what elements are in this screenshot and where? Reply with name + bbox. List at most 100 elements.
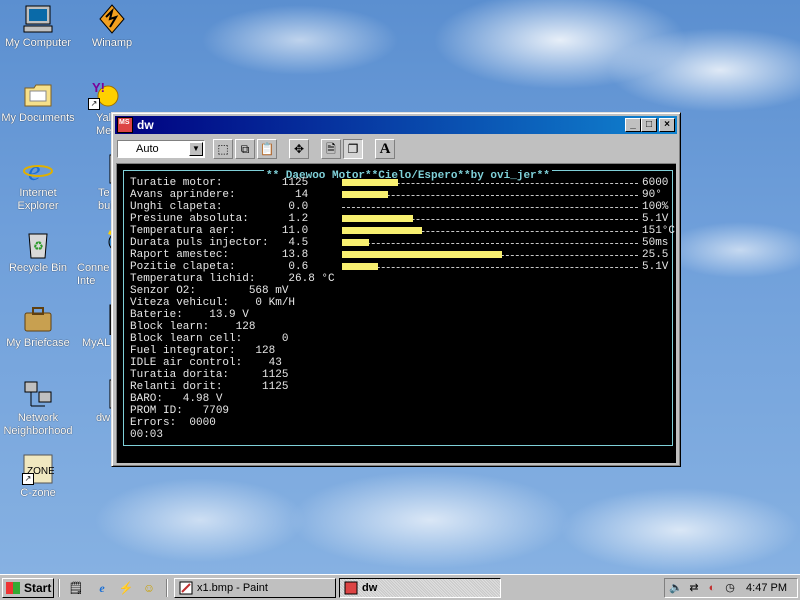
- icon-label: C-zone: [20, 487, 56, 499]
- copy-button[interactable]: ⧉: [235, 139, 255, 159]
- desktop-icon-internet-explorer[interactable]: e Internet Explorer: [0, 153, 76, 213]
- bar-fill: [342, 179, 398, 186]
- network-icon: [22, 378, 54, 410]
- antivirus-icon[interactable]: ◐: [705, 581, 719, 595]
- mark-button[interactable]: ⬚: [213, 139, 233, 159]
- svg-text:♻: ♻: [33, 239, 44, 253]
- bar-max-label: 5.1V: [642, 261, 669, 273]
- task-label: dw: [362, 582, 378, 594]
- shortcut-arrow-icon: ↗: [88, 98, 100, 110]
- maximize-icon: □: [645, 119, 653, 130]
- briefcase-icon: [22, 303, 54, 335]
- data-row: Relanti dorit: 1125: [130, 381, 289, 393]
- bar-max-label: 5.1V: [642, 213, 669, 225]
- background-button[interactable]: ❐: [343, 139, 363, 159]
- system-tray: 🔈 ⇄ ◐ ◷ 4:47 PM: [664, 578, 798, 598]
- bar-fill: [342, 251, 502, 258]
- data-row: PROM ID: 7709: [130, 405, 230, 417]
- font-size-combo[interactable]: Auto ▼: [117, 140, 205, 158]
- data-row: Avans aprindere: 14: [130, 189, 309, 201]
- icon-label: Network Neighborhood: [3, 412, 73, 437]
- full-screen-button[interactable]: ✥: [289, 139, 309, 159]
- task-dw[interactable]: dw: [339, 578, 501, 598]
- bar-max-label: 90°: [642, 189, 662, 201]
- data-row: Baterie: 13.9 V: [130, 309, 249, 321]
- desktop-icon-network-neighborhood[interactable]: Network Neighborhood: [0, 378, 76, 438]
- bar-fill: [342, 239, 369, 246]
- icon-label: My Briefcase: [6, 337, 70, 349]
- console-frame: ** Daewoo Motor**Cielo/Espero**by ovi_je…: [123, 170, 676, 446]
- winamp-icon[interactable]: ⚡: [118, 580, 134, 596]
- data-row: Raport amestec: 13.8: [130, 249, 309, 261]
- internet-explorer-icon[interactable]: e: [94, 580, 110, 596]
- svg-text:Y!: Y!: [92, 80, 105, 95]
- folder-icon: [22, 78, 54, 110]
- data-row: Errors: 0000: [130, 417, 216, 429]
- properties-button[interactable]: 🗎: [321, 139, 341, 159]
- clock-tray-icon[interactable]: ◷: [723, 581, 737, 595]
- desktop-icon-winamp[interactable]: Winamp: [74, 3, 150, 50]
- close-button[interactable]: ×: [659, 118, 675, 132]
- bar-track: [342, 243, 638, 244]
- bar-fill: [342, 227, 422, 234]
- bar-max-label: 25.5: [642, 249, 669, 261]
- icon-label: Recycle Bin: [8, 262, 68, 274]
- svg-text:e: e: [28, 156, 40, 185]
- paste-icon: 📋: [259, 142, 275, 156]
- start-button[interactable]: Start: [2, 578, 54, 598]
- clock[interactable]: 4:47 PM: [746, 582, 787, 594]
- desktop-icon-my-computer[interactable]: My Computer: [0, 3, 76, 50]
- data-row: Turatia dorita: 1125: [130, 369, 289, 381]
- task-label: x1.bmp - Paint: [197, 582, 268, 594]
- bar-max-label: 50ms: [642, 237, 669, 249]
- maximize-button[interactable]: □: [641, 118, 657, 132]
- data-row: IDLE air control: 43: [130, 357, 282, 369]
- icon-label: Internet Explorer: [17, 187, 59, 212]
- font-size-value: Auto: [136, 143, 159, 155]
- bar-max-label: 100%: [642, 201, 669, 213]
- minimize-button[interactable]: _: [625, 118, 641, 132]
- data-row: Block learn: 128: [130, 321, 256, 333]
- c-zone-icon: ZONE ↗: [22, 453, 55, 485]
- shortcut-arrow-icon: ↗: [22, 473, 34, 485]
- app-icon-text: MS: [119, 119, 130, 126]
- console-area[interactable]: ** Daewoo Motor**Cielo/Espero**by ovi_je…: [116, 163, 676, 463]
- window-titlebar[interactable]: MS dw _ □ ×: [115, 116, 677, 134]
- paste-button[interactable]: 📋: [257, 139, 277, 159]
- window-title: dw: [137, 118, 154, 132]
- select-rect-icon: ⬚: [217, 142, 229, 156]
- messenger-icon[interactable]: ☺: [141, 580, 157, 596]
- data-row: Unghi clapeta: 0.0: [130, 201, 309, 213]
- bar-fill: [342, 215, 413, 222]
- minimize-icon: _: [630, 119, 636, 130]
- icon-label: My Computer: [4, 37, 72, 49]
- properties-icon: 🗎: [326, 142, 336, 156]
- computer-icon: [22, 3, 54, 35]
- data-row: Durata puls injector: 4.5: [130, 237, 309, 249]
- icon-label: Winamp: [91, 37, 133, 49]
- full-screen-icon: ✥: [293, 142, 305, 156]
- chevron-down-icon[interactable]: ▼: [189, 142, 203, 156]
- recycle-bin-icon: ♻: [22, 228, 54, 260]
- network-tray-icon[interactable]: ⇄: [687, 581, 701, 595]
- icon-label: My Documents: [1, 112, 75, 124]
- taskbar: Start 🗒 e ⚡ ☺ x1.bmp - Paint dw 🔈 ⇄ ◐ ◷ …: [0, 574, 800, 600]
- data-row: BARO: 4.98 V: [130, 393, 223, 405]
- font-button[interactable]: A: [375, 139, 395, 159]
- data-row: Viteza vehicul: 0 Km/H: [130, 297, 296, 309]
- app-icon[interactable]: MS: [117, 117, 133, 133]
- desktop-icon-c-zone[interactable]: ZONE ↗ C-zone: [0, 453, 76, 500]
- desktop-icon-my-briefcase[interactable]: My Briefcase: [0, 303, 76, 350]
- data-row: Senzor O2: 568 mV: [130, 285, 289, 297]
- desktop-icon-recycle-bin[interactable]: ♻ Recycle Bin: [0, 228, 76, 275]
- bar-track: [342, 207, 638, 208]
- bar-max-label: 151°C: [642, 225, 676, 237]
- bar-track: [342, 267, 638, 268]
- desktop-icon-my-documents[interactable]: My Documents: [0, 78, 76, 125]
- show-desktop-icon[interactable]: 🗒: [68, 580, 84, 596]
- taskbar-separator: [166, 579, 168, 597]
- winamp-icon: [96, 3, 128, 35]
- task-paint[interactable]: x1.bmp - Paint: [174, 578, 336, 598]
- window-stack-icon: ❐: [347, 142, 359, 156]
- speaker-icon[interactable]: 🔈: [669, 581, 683, 595]
